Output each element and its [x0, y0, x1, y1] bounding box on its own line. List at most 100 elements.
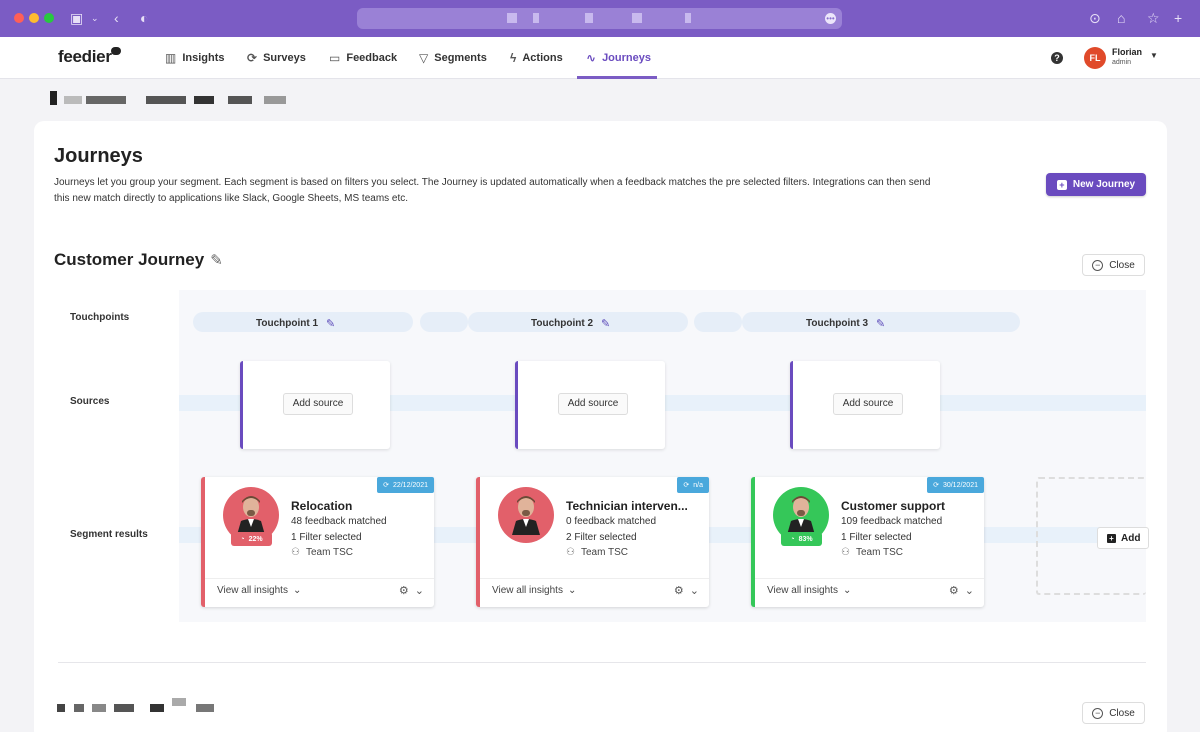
- add-source-button[interactable]: Add source: [558, 393, 628, 415]
- window-zoom-button[interactable]: [44, 13, 54, 23]
- journey-title: Customer Journey ✎: [54, 250, 223, 270]
- team-icon: ⚇: [566, 547, 575, 558]
- segment-score: 22%: [248, 535, 263, 543]
- pencil-icon[interactable]: ✎: [876, 317, 885, 330]
- nav-label: Journeys: [602, 52, 651, 64]
- breadcrumb: [228, 96, 252, 104]
- new-journey-label: New Journey: [1072, 179, 1136, 190]
- back-arrow-icon[interactable]: ‹: [114, 9, 119, 27]
- date-badge: ⟳ 30/12/2021: [927, 477, 984, 493]
- breadcrumb: [146, 96, 186, 104]
- breadcrumb: [50, 91, 57, 105]
- touchpoint-band: [420, 312, 468, 332]
- touchpoint-label: Touchpoint 3: [806, 318, 869, 329]
- view-all-label: View all insights: [492, 585, 563, 596]
- journey-title-redacted: [172, 698, 186, 706]
- segment-score: 83%: [798, 535, 813, 543]
- segment-filters: 1 Filter selected: [291, 532, 362, 543]
- nav-label: Actions: [522, 52, 563, 64]
- chevron-down-icon: ⌄: [689, 585, 699, 597]
- plus-icon[interactable]: +: [1174, 9, 1182, 27]
- segment-filters: 1 Filter selected: [841, 532, 912, 543]
- add-source-button[interactable]: Add source: [283, 393, 353, 415]
- window-minimize-button[interactable]: [29, 13, 39, 23]
- close-journey-button[interactable]: − Close: [1082, 254, 1145, 276]
- divider: [205, 578, 434, 579]
- minus-circle-icon: −: [1092, 259, 1104, 271]
- nav-label: Surveys: [263, 52, 306, 64]
- segment-team: ⚇ Team TSC: [566, 547, 628, 558]
- add-segment-button[interactable]: + Add: [1097, 527, 1149, 549]
- minus-circle-icon: −: [1092, 707, 1104, 719]
- view-all-insights-link[interactable]: View all insights ⌄: [217, 585, 301, 596]
- download-icon[interactable]: ⊙: [1089, 9, 1101, 27]
- touchpoint-1[interactable]: Touchpoint 1 ✎: [256, 317, 335, 330]
- breadcrumb: [86, 96, 126, 104]
- user-avatar[interactable]: FL: [1084, 47, 1106, 69]
- person-avatar-icon: [787, 496, 815, 535]
- segment-settings-button[interactable]: ⚙ ⌄: [949, 584, 974, 597]
- add-source-button[interactable]: Add source: [833, 393, 903, 415]
- nav-surveys[interactable]: ⟳ Surveys: [247, 37, 306, 79]
- source-box-3: Add source: [790, 361, 940, 449]
- pencil-icon[interactable]: ✎: [601, 317, 610, 330]
- segment-filters: 2 Filter selected: [566, 532, 637, 543]
- segment-card[interactable]: ⟳ 22/12/2021 ◔ 22% Relocation 48 feedbac…: [201, 477, 434, 607]
- bolt-icon: ϟ: [510, 51, 517, 65]
- app-navbar: feedier ▥ Insights ⟳ Surveys ▭ Feedback …: [0, 37, 1200, 79]
- active-tab-indicator: [577, 76, 657, 79]
- chevron-down-icon[interactable]: ▼: [1150, 51, 1158, 60]
- divider: [480, 578, 709, 579]
- nav-segments[interactable]: ▽ Segments: [419, 37, 487, 79]
- help-icon[interactable]: ?: [1051, 52, 1063, 64]
- touchpoint-label: Touchpoint 2: [531, 318, 594, 329]
- segment-card[interactable]: ⟳ n/a Technician interven... 0 feedback …: [476, 477, 709, 607]
- nav-actions[interactable]: ϟ Actions: [510, 37, 563, 79]
- star-icon[interactable]: ☆: [1147, 9, 1160, 27]
- sidebar-toggle-icon[interactable]: ▣: [70, 9, 83, 27]
- close-journey-button[interactable]: − Close: [1082, 702, 1145, 724]
- view-all-label: View all insights: [767, 585, 838, 596]
- home-icon[interactable]: ⌂: [1117, 9, 1125, 27]
- segment-name: Technician interven...: [566, 499, 688, 513]
- segment-name: Customer support: [841, 499, 946, 513]
- touchpoint-2[interactable]: Touchpoint 2 ✎: [531, 317, 610, 330]
- new-journey-button[interactable]: + New Journey: [1046, 173, 1146, 196]
- segment-matched: 109 feedback matched: [841, 516, 943, 527]
- nav-label: Feedback: [346, 52, 398, 64]
- edit-icon[interactable]: ✎: [210, 251, 223, 269]
- refresh-icon: ⟳: [383, 482, 389, 489]
- segment-score-badge: ◔ 83%: [781, 532, 822, 546]
- chevron-down-icon[interactable]: ⌄: [91, 9, 99, 27]
- chevron-down-icon: ⌄: [567, 585, 577, 596]
- shield-icon[interactable]: ◐: [140, 9, 148, 27]
- more-dots-icon[interactable]: •••: [825, 13, 836, 24]
- refresh-icon: ⟳: [933, 482, 939, 489]
- view-all-insights-link[interactable]: View all insights ⌄: [492, 585, 576, 596]
- page-title: Journeys: [54, 145, 143, 167]
- url-text: [632, 13, 642, 23]
- view-all-insights-link[interactable]: View all insights ⌄: [767, 585, 851, 596]
- nav-feedback[interactable]: ▭ Feedback: [329, 37, 397, 79]
- user-name[interactable]: Florian: [1112, 47, 1142, 57]
- nav-label: Segments: [434, 52, 487, 64]
- segment-matched: 0 feedback matched: [566, 516, 657, 527]
- segment-settings-button[interactable]: ⚙ ⌄: [399, 584, 424, 597]
- window-close-button[interactable]: [14, 13, 24, 23]
- touchpoint-3[interactable]: Touchpoint 3 ✎: [806, 317, 885, 330]
- nav-insights[interactable]: ▥ Insights: [165, 37, 225, 79]
- chevron-down-icon: ⌄: [842, 585, 852, 596]
- address-bar[interactable]: •••: [357, 8, 842, 29]
- segment-settings-button[interactable]: ⚙ ⌄: [674, 584, 699, 597]
- segment-avatar: [498, 487, 554, 543]
- feedier-logo[interactable]: feedier: [58, 47, 112, 67]
- segment-matched: 48 feedback matched: [291, 516, 387, 527]
- journey-title-text: Customer Journey: [54, 250, 205, 269]
- pencil-icon[interactable]: ✎: [326, 317, 335, 330]
- logo-bubble-icon: [111, 47, 121, 55]
- segment-card[interactable]: ⟳ 30/12/2021 ◔ 83% Customer support 109 …: [751, 477, 984, 607]
- add-segment-label: Add: [1121, 532, 1141, 544]
- nav-journeys[interactable]: ∿ Journeys: [586, 37, 651, 79]
- pulse-icon: ∿: [586, 51, 597, 65]
- chevron-down-icon: ⌄: [964, 585, 974, 597]
